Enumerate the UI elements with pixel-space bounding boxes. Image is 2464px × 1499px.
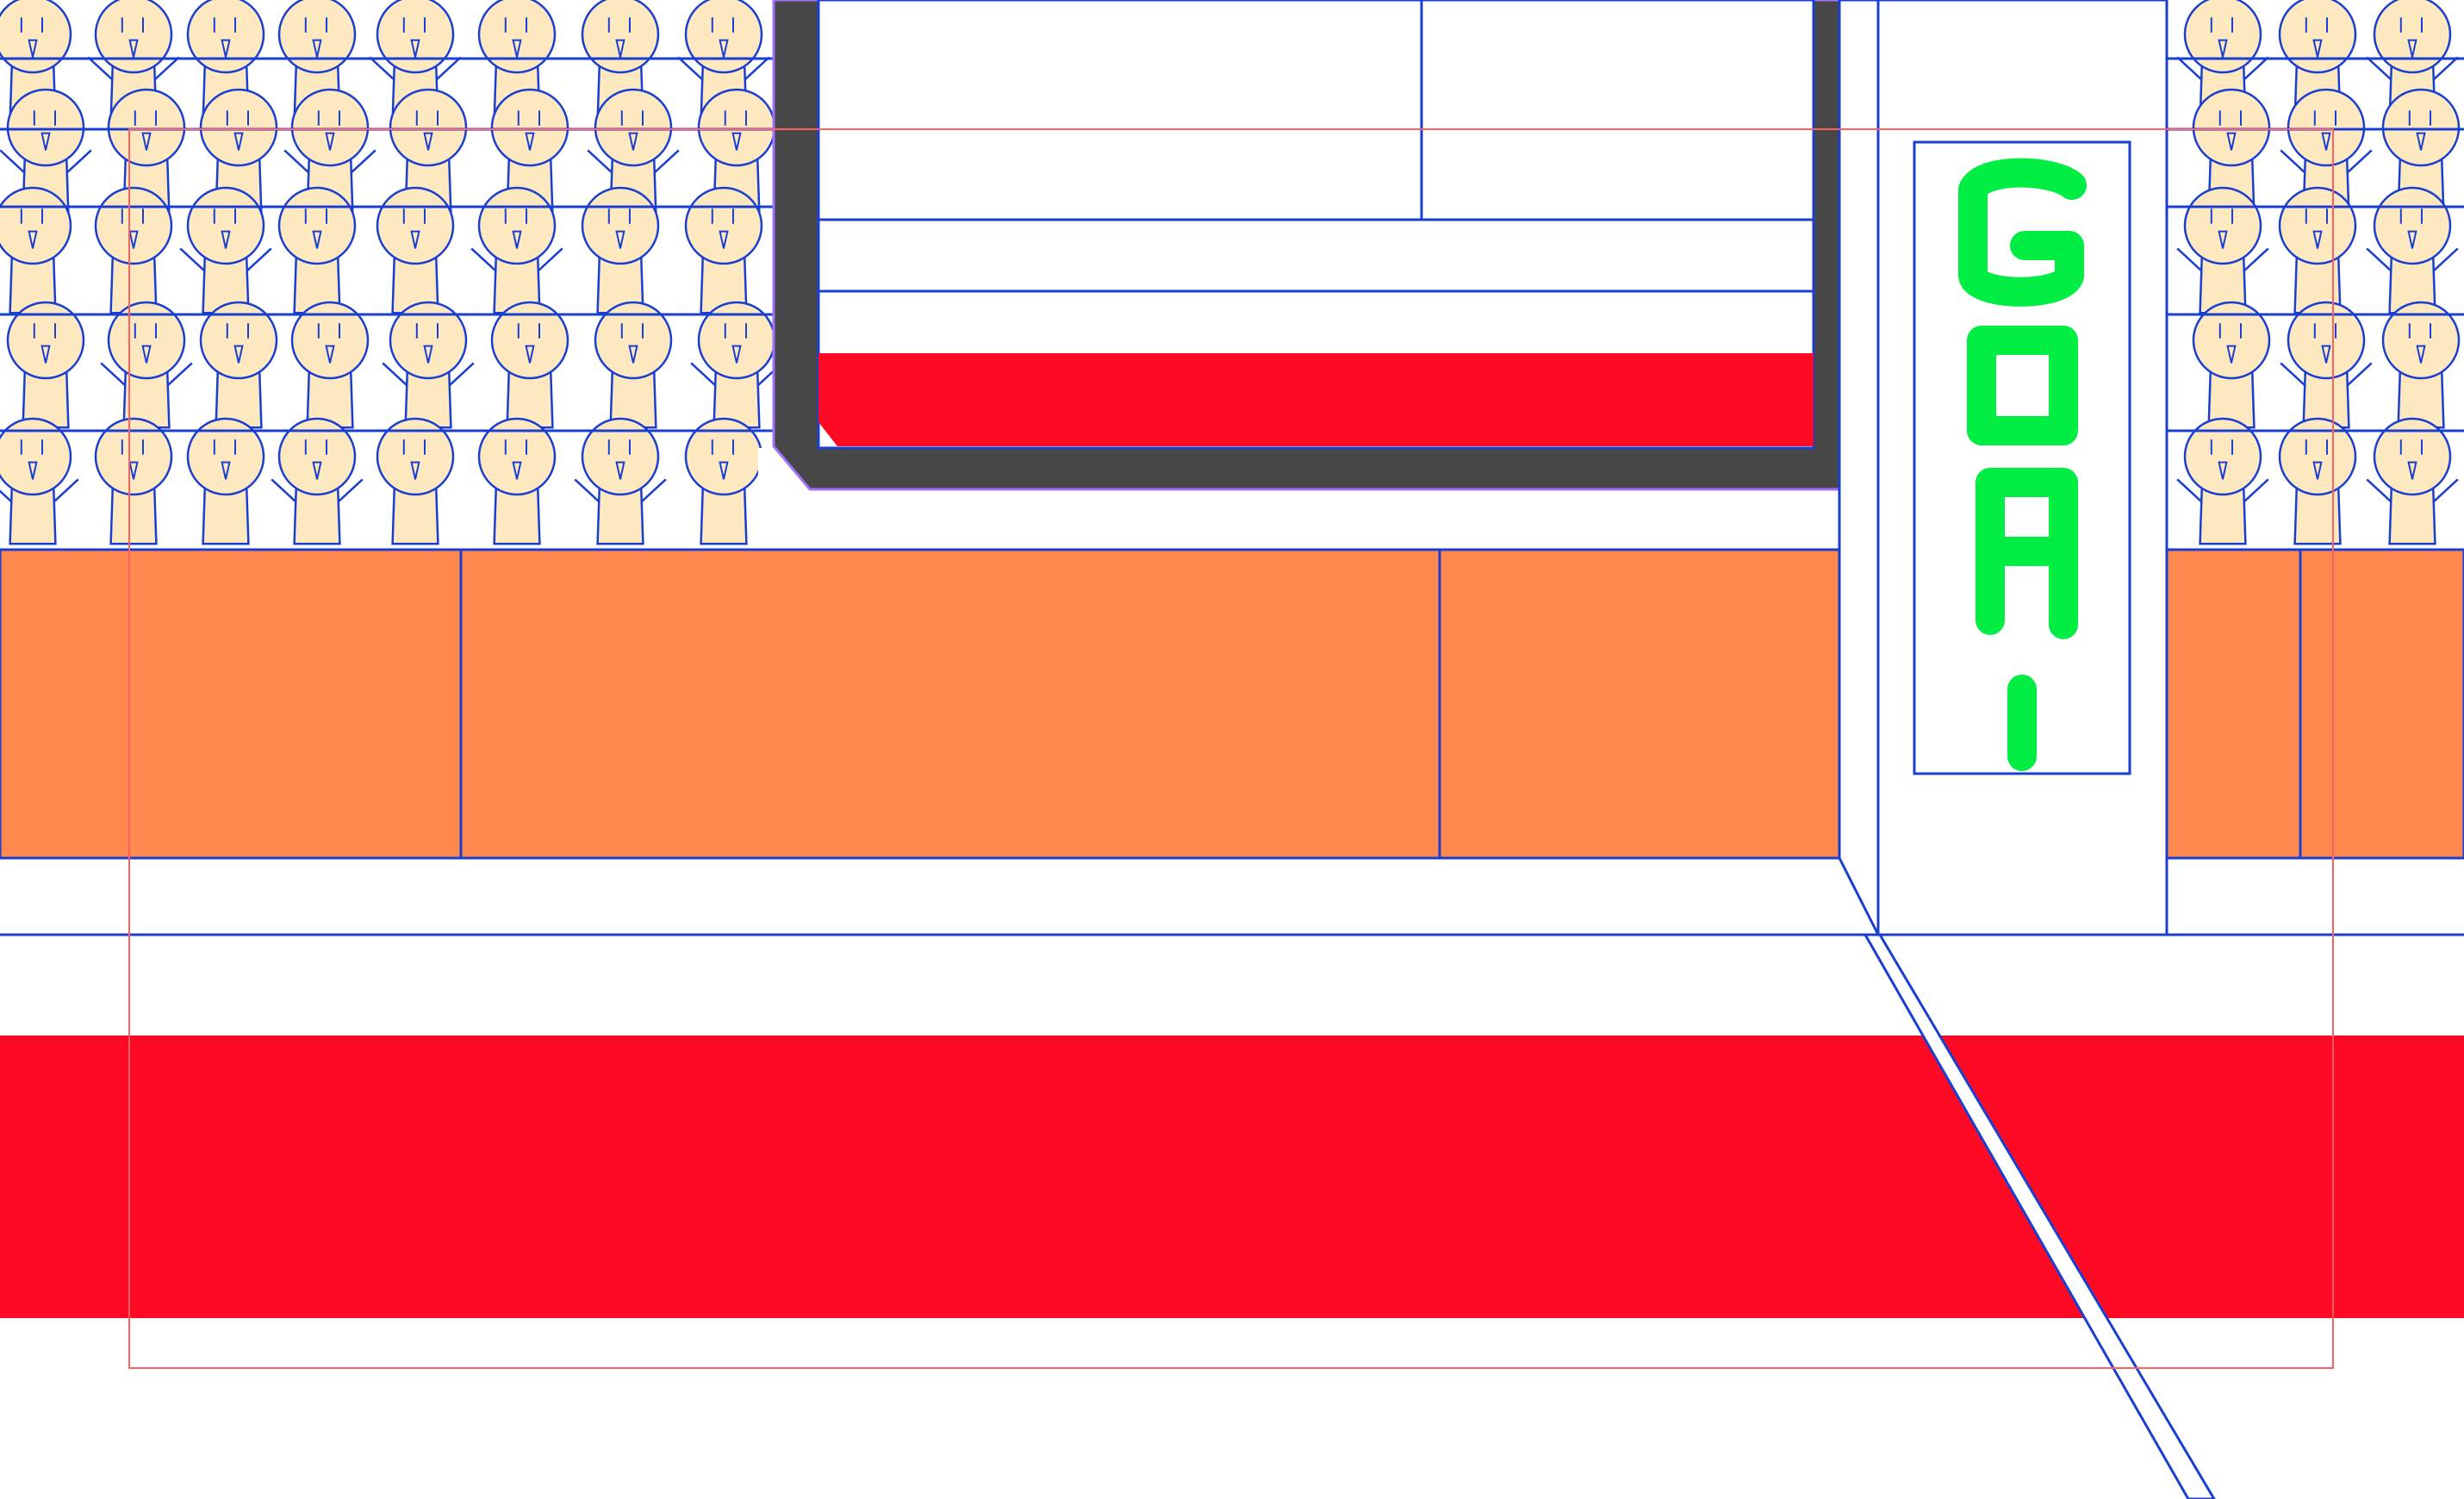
- ad-board-left: [0, 548, 463, 860]
- goal-sign: [1913, 140, 2131, 775]
- scoreboard-frame: [772, 0, 1841, 491]
- crowd-right: [2176, 0, 2461, 545]
- scoreboard-red-stripe: [818, 353, 1814, 446]
- stadium-scene: [0, 0, 2464, 1499]
- track-red-stripe: [0, 1036, 2464, 1318]
- ad-board-far-right-2: [2299, 548, 2464, 860]
- ad-board-middle: [459, 548, 1441, 860]
- ad-board-right: [1438, 548, 1841, 860]
- ad-board-far-right-1: [2165, 548, 2302, 860]
